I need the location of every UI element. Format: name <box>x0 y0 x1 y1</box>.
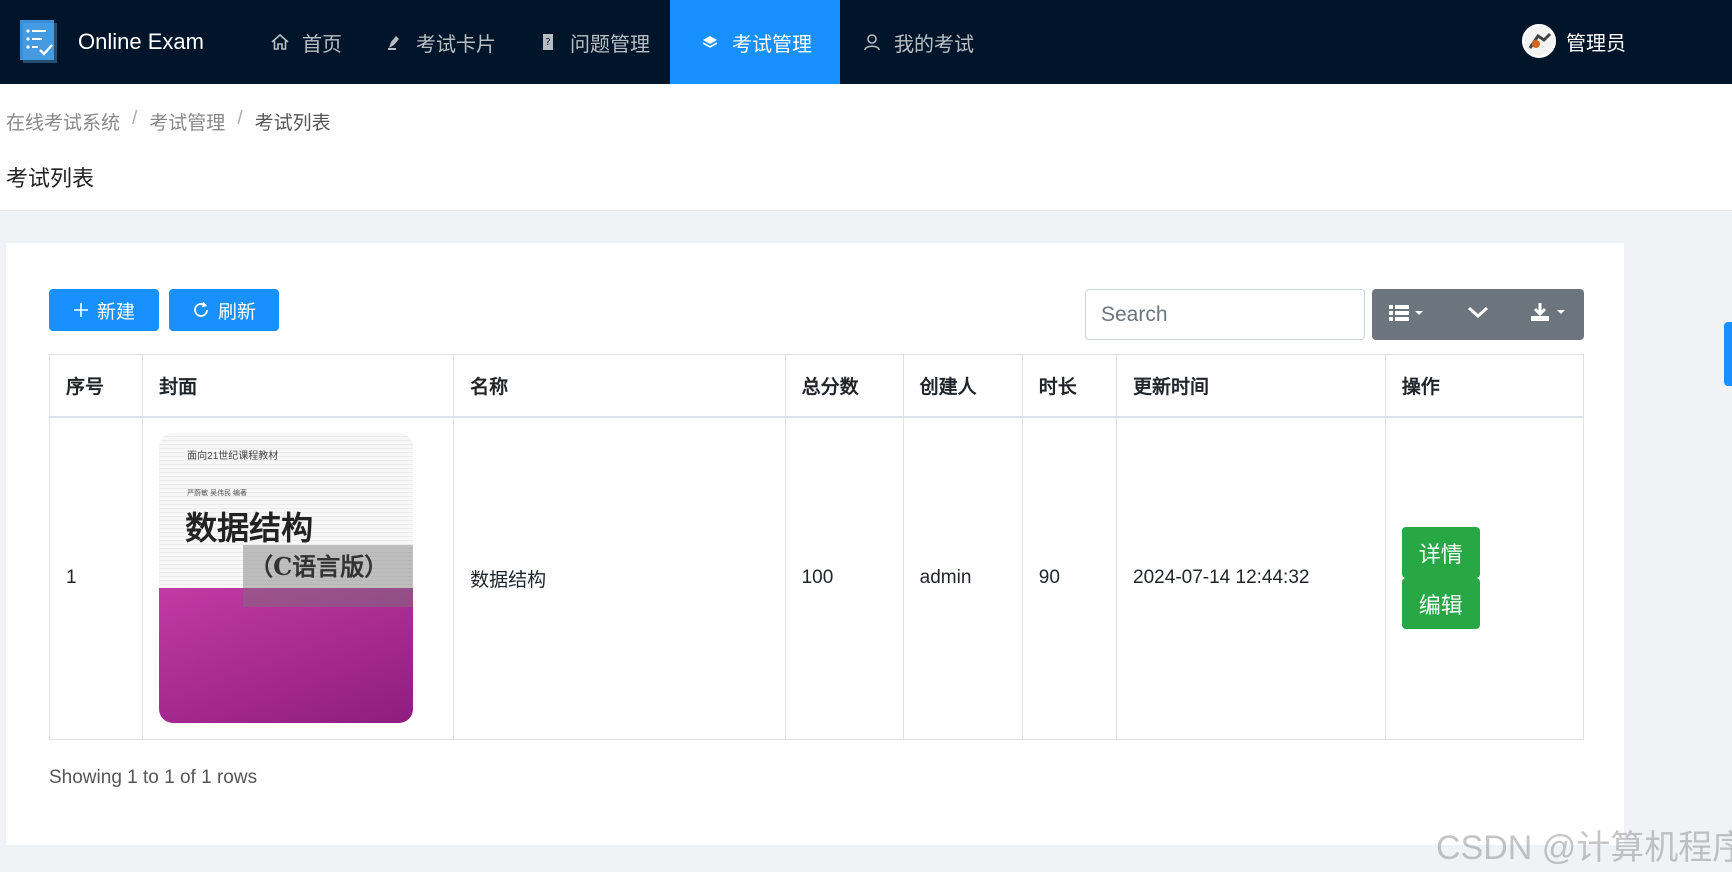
detail-button[interactable]: 详情 <box>1401 527 1480 579</box>
plus-icon <box>73 302 89 318</box>
nav-item-my-exams[interactable]: 我的考试 <box>840 0 994 84</box>
avatar <box>1522 24 1556 58</box>
breadcrumb-separator: / <box>132 108 138 129</box>
column-header[interactable]: 名称 <box>453 354 786 418</box>
breadcrumb-current: 考试列表 <box>254 113 331 134</box>
nav-item-questions[interactable]: ? 问题管理 <box>516 0 670 84</box>
refresh-icon <box>192 301 210 319</box>
new-button-label: 新建 <box>96 301 135 323</box>
nav-item-label: 考试卡片 <box>416 33 496 56</box>
table-row: 1 面向21世纪课程教材 严蔚敏 吴伟民 编著 数据结构 （C语言版） 数据结构… <box>48 416 1585 740</box>
breadcrumb-item[interactable]: 在线考试系统 <box>6 108 120 135</box>
exam-table: 序号 封面 名称 总分数 创建人 时长 更新时间 操作 1 面向21世纪课程教材 <box>48 354 1585 740</box>
page-header: 在线考试系统 / 考试管理 / 考试列表 考试列表 <box>0 84 1732 211</box>
edit-button[interactable]: 编辑 <box>1401 578 1480 630</box>
cell-duration: 90 <box>1021 416 1118 740</box>
cell-index: 1 <box>48 416 144 740</box>
search-input[interactable] <box>1085 289 1365 340</box>
columns-toggle-button[interactable] <box>1372 289 1443 340</box>
nav-item-label: 我的考试 <box>894 33 974 56</box>
new-button[interactable]: 新建 <box>49 289 159 331</box>
export-button[interactable] <box>1513 289 1584 340</box>
svg-text:?: ? <box>545 37 550 48</box>
cover-series-text: 面向21世纪课程教材 <box>187 451 279 463</box>
app-logo-icon <box>20 20 57 63</box>
column-header[interactable]: 序号 <box>48 354 144 418</box>
top-navbar: Online Exam 首页 考试卡片 ? 问题管理 考试管理 我的考试 管理员 <box>0 0 1732 84</box>
cell-score: 100 <box>784 416 904 740</box>
table-header-row: 序号 封面 名称 总分数 创建人 时长 更新时间 操作 <box>48 354 1585 418</box>
watermark: CSDN @计算机程序 <box>1436 829 1732 867</box>
pen-icon <box>382 30 406 54</box>
cell-actions: 详情 编辑 <box>1384 416 1585 740</box>
column-header[interactable]: 更新时间 <box>1116 354 1386 418</box>
nav-item-exam-cards[interactable]: 考试卡片 <box>362 0 516 84</box>
column-header[interactable]: 总分数 <box>784 354 904 418</box>
nav-item-label: 考试管理 <box>732 33 812 56</box>
download-icon <box>1529 301 1569 328</box>
side-drawer-handle[interactable] <box>1724 322 1732 386</box>
app-brand[interactable]: Online Exam <box>78 29 204 55</box>
main-nav: 首页 考试卡片 ? 问题管理 考试管理 我的考试 <box>248 0 994 84</box>
refresh-button[interactable]: 刷新 <box>169 289 279 331</box>
refresh-button-label: 刷新 <box>217 301 256 323</box>
cell-updated: 2024-07-14 12:44:32 <box>1116 416 1386 740</box>
nav-item-label: 问题管理 <box>570 33 650 56</box>
cell-creator: admin <box>902 416 1023 740</box>
cover-subtitle-text: （C语言版） <box>249 552 389 582</box>
cover-author-text: 严蔚敏 吴伟民 编著 <box>187 490 248 498</box>
nav-item-label: 首页 <box>302 33 342 56</box>
nav-item-home[interactable]: 首页 <box>248 0 362 84</box>
breadcrumb: 在线考试系统 / 考试管理 / 考试列表 <box>6 108 331 135</box>
column-header[interactable]: 封面 <box>142 354 455 418</box>
list-icon <box>1387 302 1427 327</box>
breadcrumb-separator: / <box>237 108 243 129</box>
page-title: 考试列表 <box>6 166 95 191</box>
cover-image[interactable]: 面向21世纪课程教材 严蔚敏 吴伟民 编著 数据结构 （C语言版） <box>159 433 414 724</box>
breadcrumb-item[interactable]: 考试管理 <box>149 108 225 135</box>
cover-title-text: 数据结构 <box>185 509 314 548</box>
cell-cover: 面向21世纪课程教材 严蔚敏 吴伟民 编著 数据结构 （C语言版） <box>142 416 455 740</box>
user-name: 管理员 <box>1566 32 1626 55</box>
column-header[interactable]: 时长 <box>1021 354 1118 418</box>
column-header[interactable]: 操作 <box>1384 354 1585 418</box>
question-icon: ? <box>536 30 560 54</box>
stack-icon <box>698 30 722 54</box>
exam-list-card: 新建 刷新 序号 封面 名称 <box>6 243 1624 845</box>
home-icon <box>268 30 292 54</box>
table-toolbar <box>1372 289 1584 340</box>
user-menu[interactable]: 管理员 <box>1522 24 1626 58</box>
user-icon <box>860 30 884 54</box>
chevron-down-icon <box>1467 305 1489 324</box>
nav-item-exam-management[interactable]: 考试管理 <box>670 0 840 84</box>
cell-name: 数据结构 <box>453 416 786 740</box>
pagination-info: Showing 1 to 1 of 1 rows <box>49 767 258 788</box>
expand-button[interactable] <box>1443 289 1514 340</box>
column-header[interactable]: 创建人 <box>902 354 1023 418</box>
